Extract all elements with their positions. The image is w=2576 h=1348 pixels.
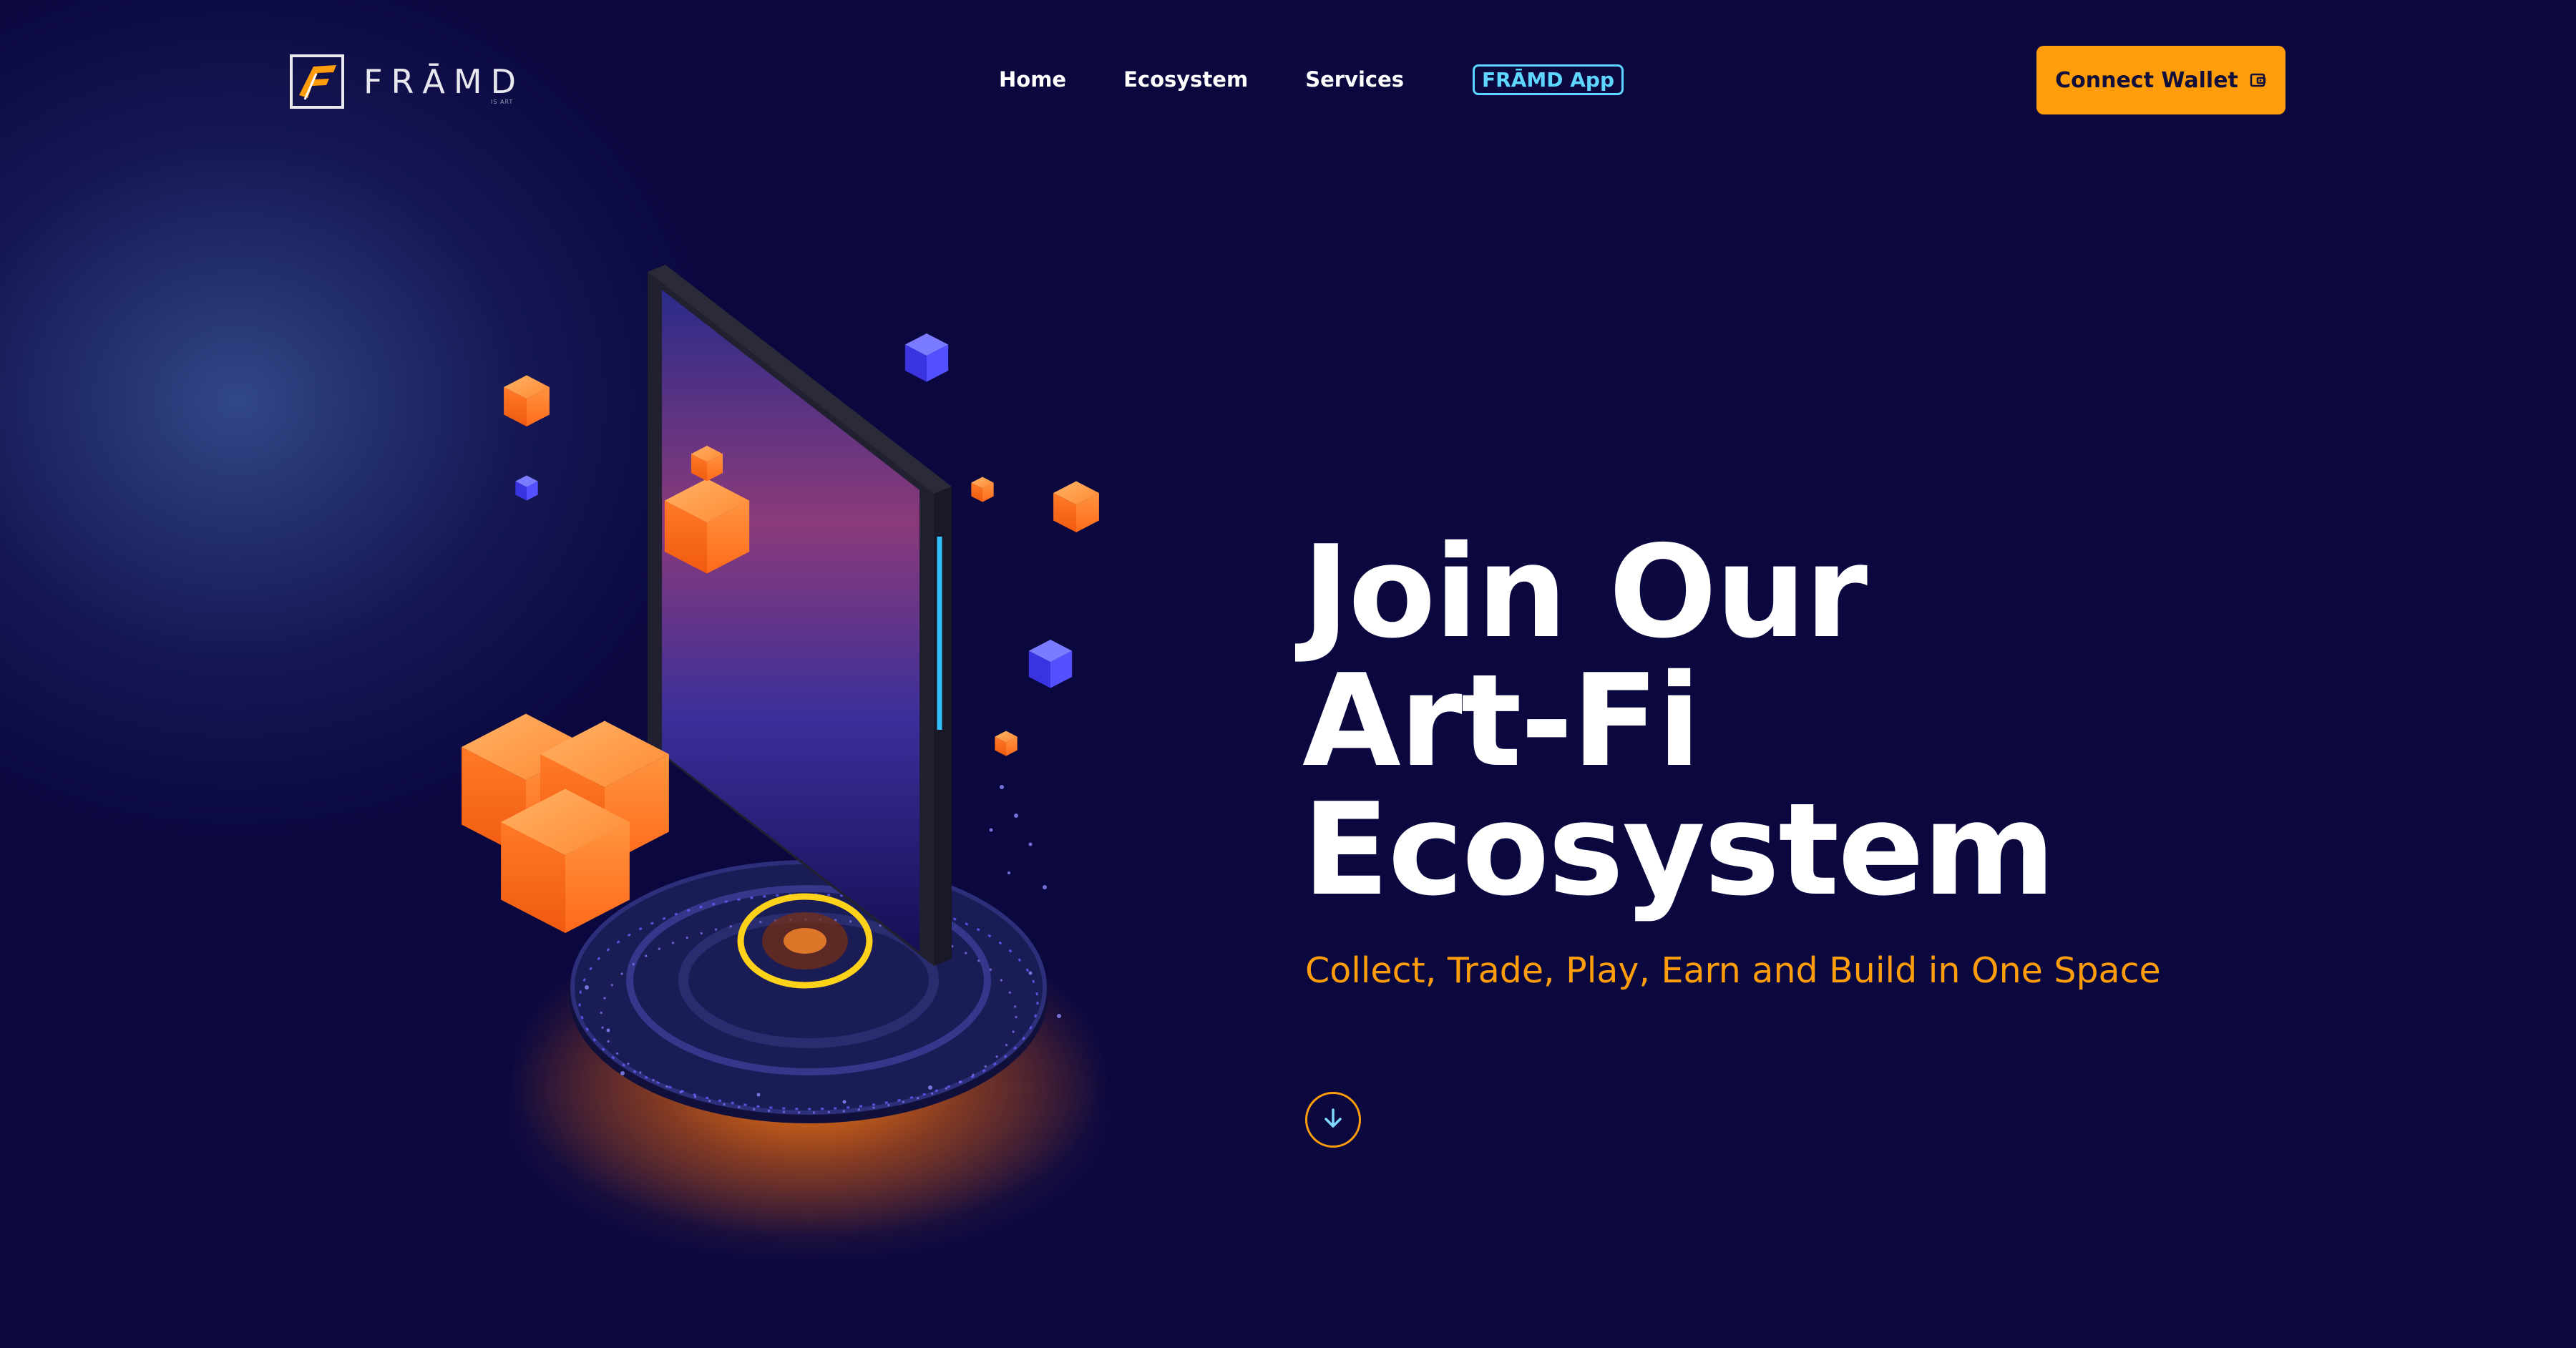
nav-services[interactable]: Services [1305,67,1404,92]
scroll-down-button[interactable] [1305,1092,1361,1148]
nft-frame-cubes-illustration [386,243,1188,1245]
connect-wallet-button[interactable]: Connect Wallet [2036,46,2285,114]
hero-title-line-1: Join Our [1302,518,1868,666]
framd-f-icon [289,54,345,109]
logo-wordmark: FRĀMD [364,62,525,101]
hero-title: Join Our Art-Fi Ecosystem [1302,528,2233,914]
main-nav: Home Ecosystem Services FRĀMD App [999,63,1624,96]
page: FRĀMD IS ART Home Ecosystem Services FRĀ… [0,0,2576,1348]
hero-title-line-2: Art-Fi [1302,647,1701,795]
hero-title-line-3: Ecosystem [1302,776,2056,924]
logo-tagline: IS ART [491,99,514,105]
nav-home[interactable]: Home [999,67,1066,92]
connect-wallet-label: Connect Wallet [2055,67,2238,93]
hero-subtitle: Collect, Trade, Play, Earn and Build in … [1305,950,2161,991]
nav-ecosystem[interactable]: Ecosystem [1123,67,1248,92]
logo[interactable]: FRĀMD IS ART [289,52,525,112]
wallet-icon [2250,72,2267,88]
arrow-down-icon [1320,1105,1346,1134]
nav-framd-app[interactable]: FRĀMD App [1473,64,1624,95]
